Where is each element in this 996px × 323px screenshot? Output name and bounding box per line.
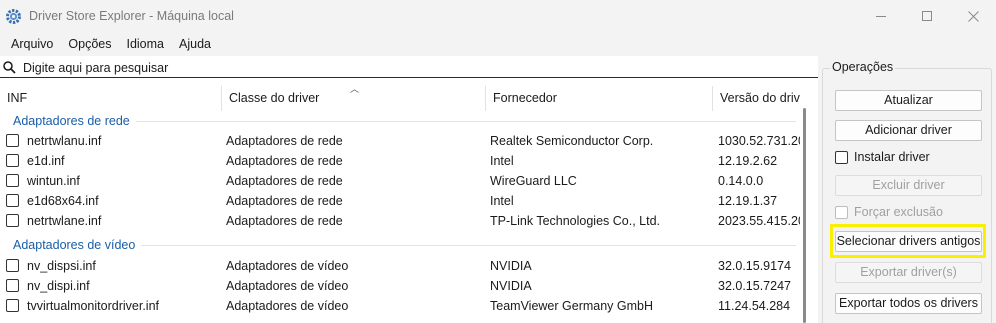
row-checkbox[interactable] [6, 134, 19, 147]
table-row[interactable]: e1d68x64.inf Adaptadores de rede Intel 1… [0, 191, 800, 211]
cell-classe: Adaptadores de rede [226, 174, 343, 188]
cell-inf: netrtwlane.inf [27, 214, 102, 228]
close-button[interactable] [950, 0, 996, 32]
cell-fornecedor: Intel [490, 154, 514, 168]
scrollbar-thumb[interactable] [803, 108, 806, 323]
search-input[interactable] [23, 60, 803, 75]
atualizar-button[interactable]: Atualizar [835, 90, 982, 111]
menu-idioma[interactable]: Idioma [120, 37, 170, 51]
row-checkbox[interactable] [6, 194, 19, 207]
cell-inf: wintun.inf [27, 174, 80, 188]
menu-opcoes[interactable]: Opções [62, 37, 117, 51]
row-checkbox[interactable] [6, 279, 19, 292]
selecionar-drivers-antigos-button[interactable]: Selecionar drivers antigos [835, 231, 982, 252]
row-checkbox[interactable] [6, 154, 19, 167]
column-header-versao[interactable]: Versão do drive [713, 84, 800, 113]
group-header[interactable]: Adaptadores de vídeo [0, 235, 800, 255]
row-checkbox[interactable] [6, 214, 19, 227]
instalar-driver-checkbox[interactable]: Instalar driver [835, 148, 930, 166]
cell-inf: nv_dispsi.inf [27, 259, 96, 273]
cell-classe: Adaptadores de vídeo [226, 299, 349, 313]
cell-inf: e1d.inf [27, 154, 65, 168]
group-header[interactable]: Adaptadores de rede [0, 111, 800, 131]
cell-inf: tvvirtualmonitordriver.inf [27, 299, 159, 313]
cell-fornecedor: TeamViewer Germany GmbH [490, 299, 654, 313]
window-controls [858, 0, 996, 32]
exportar-drivers-button[interactable]: Exportar driver(s) [835, 262, 982, 283]
search-icon [3, 61, 17, 75]
column-header-fornecedor[interactable]: Fornecedor [486, 84, 712, 113]
forcar-exclusao-checkbox[interactable]: Forçar exclusão [835, 203, 943, 221]
table-row[interactable]: tvvirtualmonitordriver.inf Adaptadores d… [0, 296, 800, 316]
row-checkbox[interactable] [6, 259, 19, 272]
cell-classe: Adaptadores de rede [226, 194, 343, 208]
vertical-scrollbar[interactable] [802, 108, 808, 323]
operations-title: Operações [830, 60, 896, 74]
table-row[interactable]: e1d.inf Adaptadores de rede Intel 12.19.… [0, 151, 800, 171]
cell-fornecedor: WireGuard LLC [490, 174, 577, 188]
group-divider [141, 244, 796, 246]
cell-fornecedor: Realtek Semiconductor Corp. [490, 134, 654, 148]
table-row[interactable]: nv_dispi.inf Adaptadores de vídeo NVIDIA… [0, 276, 800, 296]
minimize-icon [876, 15, 886, 17]
group-label: Adaptadores de vídeo [13, 238, 136, 252]
cell-inf: nv_dispi.inf [27, 279, 90, 293]
cell-classe: Adaptadores de rede [226, 154, 343, 168]
window-title: Driver Store Explorer - Máquina local [29, 9, 234, 23]
menu-bar: Arquivo Opções Idioma Ajuda [0, 32, 996, 56]
column-header-inf[interactable]: INF [0, 84, 220, 113]
cell-versao: 2023.55.415.201 [718, 214, 800, 228]
cell-fornecedor: TP-Link Technologies Co., Ltd. [490, 214, 661, 228]
title-bar: Driver Store Explorer - Máquina local [0, 0, 996, 32]
cell-classe: Adaptadores de rede [226, 134, 343, 148]
cell-versao: 12.19.2.62 [718, 154, 778, 168]
cell-fornecedor: NVIDIA [490, 279, 532, 293]
cell-versao: 32.0.15.7247 [718, 279, 791, 293]
minimize-button[interactable] [858, 0, 904, 32]
driver-list: INF Classe do driver ︿ Fornecedor Versão… [0, 84, 812, 323]
cell-inf: e1d68x64.inf [27, 194, 99, 208]
cell-versao: 0.14.0.0 [718, 174, 764, 188]
search-bar [0, 58, 818, 78]
checkbox-box[interactable] [835, 205, 848, 219]
close-icon [967, 10, 979, 22]
maximize-button[interactable] [904, 0, 950, 32]
exportar-todos-drivers-button[interactable]: Exportar todos os drivers [835, 293, 982, 314]
cell-classe: Adaptadores de vídeo [226, 279, 349, 293]
forcar-exclusao-label: Forçar exclusão [854, 205, 943, 219]
menu-ajuda[interactable]: Ajuda [173, 37, 217, 51]
operations-panel: Operações Atualizar Adicionar driver Ins… [818, 56, 996, 323]
table-row[interactable]: wintun.inf Adaptadores de rede WireGuard… [0, 171, 800, 191]
checkbox-box[interactable] [835, 150, 848, 164]
row-checkbox[interactable] [6, 174, 19, 187]
list-header: INF Classe do driver ︿ Fornecedor Versão… [0, 84, 800, 113]
excluir-driver-button[interactable]: Excluir driver [835, 175, 982, 196]
instalar-driver-label: Instalar driver [854, 150, 930, 164]
table-row[interactable]: netrtwlane.inf Adaptadores de rede TP-Li… [0, 211, 800, 231]
gear-icon [4, 7, 22, 25]
cell-versao: 32.0.15.9174 [718, 259, 791, 273]
group-divider [135, 120, 796, 122]
cell-versao: 12.19.1.37 [718, 194, 778, 208]
menu-arquivo[interactable]: Arquivo [5, 37, 59, 51]
adicionar-driver-button[interactable]: Adicionar driver [835, 120, 982, 141]
sort-up-icon: ︿ [350, 84, 360, 94]
group-label: Adaptadores de rede [13, 114, 130, 128]
cell-classe: Adaptadores de rede [226, 214, 343, 228]
cell-fornecedor: Intel [490, 194, 514, 208]
cell-versao: 1030.52.731.202 [718, 134, 800, 148]
table-row[interactable]: netrtwlanu.inf Adaptadores de rede Realt… [0, 131, 800, 151]
cell-fornecedor: NVIDIA [490, 259, 532, 273]
cell-versao: 11.24.54.284 [718, 299, 791, 313]
table-row[interactable]: nv_dispsi.inf Adaptadores de vídeo NVIDI… [0, 256, 800, 276]
maximize-icon [922, 11, 932, 21]
row-checkbox[interactable] [6, 299, 19, 312]
cell-inf: netrtwlanu.inf [27, 134, 102, 148]
cell-classe: Adaptadores de vídeo [226, 259, 349, 273]
